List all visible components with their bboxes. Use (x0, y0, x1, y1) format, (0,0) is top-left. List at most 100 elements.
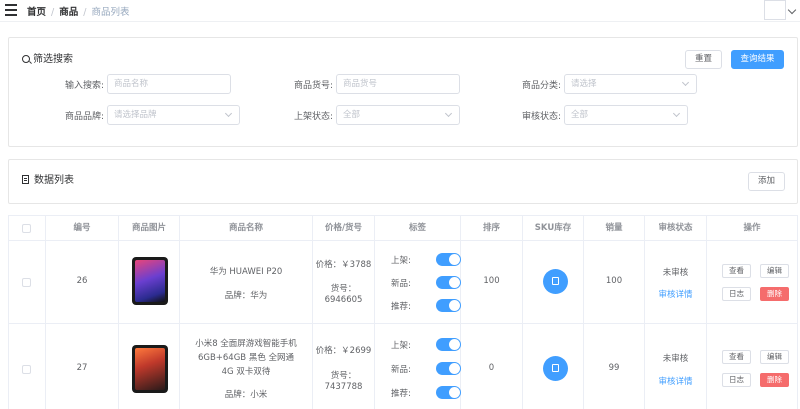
sort-cell: 100 (461, 241, 523, 323)
row-checkbox[interactable] (22, 365, 31, 374)
recommend-label: 推荐: (391, 389, 411, 399)
chevron-down-icon (444, 109, 453, 118)
new-switch-row: 新品: (391, 276, 461, 289)
new-switch[interactable] (436, 276, 461, 289)
breadcrumb: 首页 / 商品 / 商品列表 (27, 4, 129, 18)
publish-switch-row: 上架: (391, 338, 461, 351)
audit-status: 未审核 (662, 268, 689, 278)
product-sales: 99 (608, 363, 620, 373)
product-name-line-1: 小米8 全面屏游戏智能手机 (195, 339, 297, 349)
product-table: 编号 商品图片 商品名称 价格/货号 标签 排序 SKU库存 销量 审核状态 操… (8, 215, 798, 409)
select-all-checkbox[interactable] (22, 224, 31, 233)
reset-button[interactable]: 重置 (685, 50, 722, 69)
price-cell: 价格：￥3788 货号： 6946605 (313, 241, 375, 323)
row-checkbox[interactable] (22, 278, 31, 287)
breadcrumb-current: 商品列表 (91, 7, 130, 18)
name-cell: 小米8 全面屏游戏智能手机 6GB+64GB 黑色 全网通 4G 双卡双待 品牌… (180, 324, 313, 409)
image-cell (119, 241, 180, 323)
recommend-label: 推荐: (391, 302, 411, 312)
doc-icon (22, 175, 29, 184)
audit-cell: 未审核 审核详情 (645, 324, 707, 409)
new-switch-row: 新品: (391, 362, 461, 375)
table-row: 26 华为 HUAWEI P20 品牌：华为 价格：￥3788 货号： 6946… (9, 241, 797, 324)
publish-switch-row: 上架: (391, 253, 461, 266)
header-image: 商品图片 (119, 216, 180, 241)
list-title: 数据列表 (22, 171, 74, 186)
product-name-line-2: 6GB+64GB 黑色 全网通 (197, 353, 295, 363)
sku-edit-button[interactable] (543, 269, 568, 294)
avatar[interactable] (764, 0, 786, 20)
breadcrumb-separator: / (83, 7, 87, 18)
audit-detail-link[interactable]: 审核详情 (645, 288, 706, 300)
publish-switch[interactable] (436, 338, 461, 351)
header-select-all (9, 216, 46, 241)
publish-status-label: 上架状态: (293, 112, 333, 122)
category-select-value: 请选择 (571, 79, 597, 89)
chevron-down-icon (672, 109, 681, 118)
recommend-switch[interactable] (436, 386, 461, 399)
log-button[interactable]: 日志 (722, 373, 751, 387)
id-cell: 26 (46, 241, 119, 323)
delete-button[interactable]: 删除 (760, 373, 789, 387)
header-audit: 审核状态 (645, 216, 707, 241)
sn-label: 商品货号: (293, 81, 333, 91)
category-select[interactable]: 请选择 (564, 74, 697, 94)
audit-detail-link[interactable]: 审核详情 (645, 375, 706, 387)
filter-title: 筛选搜索 (22, 50, 73, 65)
product-sales: 100 (605, 276, 623, 286)
add-button[interactable]: 添加 (748, 172, 785, 191)
filter-card: 筛选搜索 重置 查询结果 输入搜索: 商品名称 商品货号: 商品货号 商品分类:… (8, 37, 798, 147)
brand-select[interactable]: 请选择品牌 (107, 105, 240, 125)
product-id: 27 (76, 363, 88, 373)
breadcrumb-home[interactable]: 首页 (27, 7, 46, 18)
search-icon (22, 55, 30, 63)
header-actions: 操作 (707, 216, 797, 241)
breadcrumb-separator: / (51, 7, 55, 18)
product-image (132, 257, 168, 305)
table-row: 27 小米8 全面屏游戏智能手机 6GB+64GB 黑色 全网通 4G 双卡双待… (9, 324, 797, 409)
audit-status: 未审核 (662, 354, 689, 364)
view-button[interactable]: 查看 (722, 350, 751, 364)
sales-cell: 100 (584, 241, 645, 323)
top-bar: 首页 / 商品 / 商品列表 (0, 0, 800, 22)
publish-status-select-value: 全部 (343, 110, 361, 120)
publish-switch[interactable] (436, 253, 461, 266)
publish-label: 上架: (391, 341, 411, 351)
log-button[interactable]: 日志 (722, 287, 751, 301)
header-sort: 排序 (461, 216, 523, 241)
list-card: 数据列表 添加 (8, 159, 798, 204)
product-image (132, 345, 168, 393)
product-name: 华为 HUAWEI P20 (209, 267, 283, 277)
search-input[interactable]: 商品名称 (107, 74, 231, 94)
audit-status-select[interactable]: 全部 (564, 105, 688, 125)
sales-cell: 99 (584, 324, 645, 409)
chevron-down-icon (681, 78, 690, 87)
sn-input[interactable]: 商品货号 (336, 74, 460, 94)
header-sku: SKU库存 (523, 216, 584, 241)
audit-status-label: 审核状态: (521, 112, 561, 122)
row-select-cell (9, 241, 46, 323)
recommend-switch-row: 推荐: (391, 386, 461, 399)
breadcrumb-section[interactable]: 商品 (59, 7, 78, 18)
edit-button[interactable]: 编辑 (760, 264, 789, 278)
view-button[interactable]: 查看 (722, 264, 751, 278)
chevron-down-icon (224, 109, 233, 118)
edit-button[interactable]: 编辑 (760, 350, 789, 364)
product-price: 价格：￥2699 (315, 346, 372, 356)
sku-edit-button[interactable] (543, 356, 568, 381)
menu-icon[interactable] (5, 4, 17, 16)
recommend-switch[interactable] (436, 299, 461, 312)
sku-cell (523, 241, 584, 323)
header-name: 商品名称 (180, 216, 313, 241)
delete-button[interactable]: 删除 (760, 287, 789, 301)
edit-icon (552, 277, 559, 285)
new-switch[interactable] (436, 362, 461, 375)
product-sn-label: 货号： (330, 371, 357, 381)
audit-status-select-value: 全部 (571, 110, 589, 120)
header-price: 价格/货号 (313, 216, 375, 241)
chevron-down-icon[interactable] (787, 5, 797, 15)
publish-status-select[interactable]: 全部 (336, 105, 460, 125)
search-label: 输入搜索: (64, 81, 104, 91)
product-sort: 0 (488, 363, 495, 373)
query-button[interactable]: 查询结果 (731, 50, 784, 69)
